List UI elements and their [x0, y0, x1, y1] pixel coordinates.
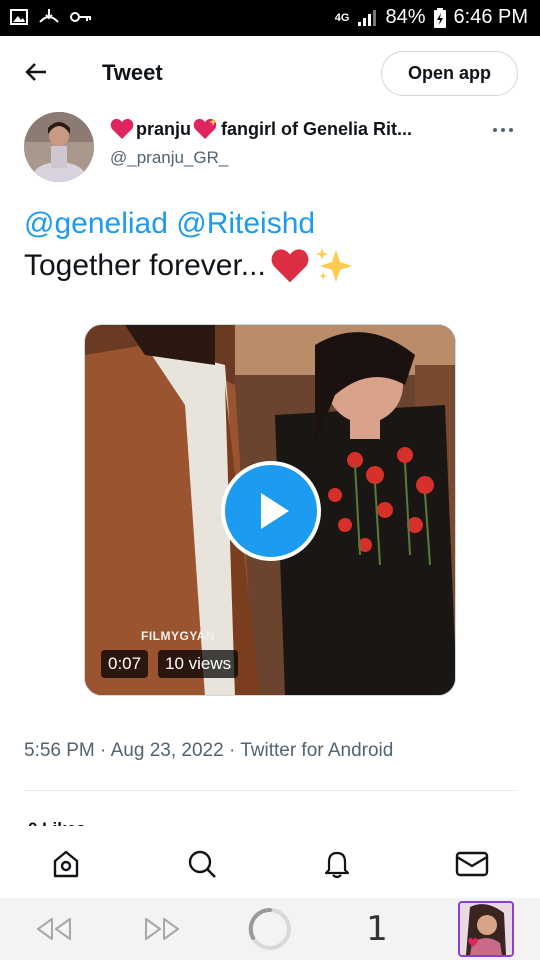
tab-count: 1	[366, 909, 388, 949]
author-avatar[interactable]	[24, 112, 94, 182]
tweet-body-line: Together forever...	[24, 245, 514, 287]
status-notifications	[10, 8, 92, 26]
dot-icon	[501, 128, 505, 132]
bottom-tab-bar	[0, 826, 540, 898]
battery-percent: 84%	[385, 6, 426, 28]
separator: ·	[100, 740, 107, 761]
likes-count[interactable]: 0 Likes	[28, 816, 118, 826]
heart-emoji	[110, 118, 134, 139]
page-title: Tweet	[102, 60, 163, 85]
dot-icon	[493, 128, 497, 132]
browser-toolbar: 1	[0, 898, 540, 960]
tweet-metadata: 5:56 PM · Aug 23, 2022 · Twitter for And…	[24, 740, 393, 762]
network-type: 4G	[334, 11, 350, 24]
mentions-line: @geneliad @Riteishd	[24, 203, 514, 245]
browser-reload-button[interactable]	[246, 906, 294, 952]
vpn-key-icon	[70, 12, 91, 22]
profile-image	[460, 903, 512, 955]
gallery-icon	[10, 9, 28, 25]
fast-forward-icon	[145, 918, 179, 940]
divider	[24, 790, 516, 791]
loading-spinner-icon	[248, 907, 291, 950]
separator: ·	[228, 740, 236, 761]
video-views-badge: 10 views	[158, 650, 239, 678]
status-system: 4G 84% 6:46 PM	[335, 6, 528, 29]
play-button[interactable]	[221, 461, 321, 561]
tab-messages[interactable]	[452, 844, 492, 884]
author-name[interactable]: pranju fangirl of Genelia Rit...	[110, 117, 470, 141]
author-name-part1: pranju	[136, 118, 192, 139]
avatar-image	[24, 112, 94, 182]
sparkling-heart-emoji	[193, 118, 218, 139]
back-button[interactable]	[22, 58, 54, 90]
rewind-icon	[37, 918, 71, 940]
play-icon	[261, 493, 289, 529]
tweet-source[interactable]: Twitter for Android	[240, 740, 393, 761]
more-options-button[interactable]	[488, 120, 518, 140]
video-watermark: FILMYGYAN	[141, 629, 216, 643]
tweet-time: 5:56 PM	[24, 740, 95, 761]
open-app-button[interactable]: Open app	[381, 51, 518, 96]
status-bar: 4G 84% 6:46 PM	[0, 0, 540, 36]
tab-home[interactable]	[46, 844, 86, 884]
top-app-bar: Tweet Open app	[0, 36, 540, 112]
mention-link[interactable]: @Riteishd	[176, 207, 315, 240]
bell-icon	[324, 851, 350, 879]
author-name-part2: fangirl of Genelia Rit...	[221, 118, 413, 139]
arrow-left-icon	[25, 63, 46, 81]
tweet-text: @geneliad @Riteishd Together forever...	[24, 203, 514, 287]
browser-back-button[interactable]	[30, 910, 76, 948]
tweet-date: Aug 23, 2022	[110, 740, 224, 761]
video-duration-badge: 0:07	[101, 650, 149, 678]
author-handle[interactable]: @_pranju_GR_	[110, 148, 228, 168]
mention-link[interactable]: @geneliad	[24, 207, 168, 240]
tabs-button[interactable]: 1	[360, 909, 394, 949]
browser-forward-button[interactable]	[140, 910, 186, 948]
tab-search[interactable]	[182, 844, 222, 884]
signal-icon	[358, 9, 377, 26]
tab-notifications[interactable]	[317, 844, 357, 884]
download-icon	[39, 9, 59, 23]
video-player[interactable]: FILMYGYAN 0:07 10 views	[84, 324, 456, 696]
tweet-body: Together forever...	[24, 249, 266, 282]
mail-icon	[455, 851, 489, 877]
dot-icon	[509, 128, 513, 132]
search-icon	[188, 850, 216, 878]
profile-thumbnail[interactable]	[458, 901, 514, 957]
battery-charging-icon	[433, 7, 446, 28]
home-icon	[53, 850, 79, 878]
heart-emoji	[271, 249, 309, 283]
sparkles-emoji	[315, 248, 352, 282]
clock: 6:46 PM	[453, 6, 528, 28]
